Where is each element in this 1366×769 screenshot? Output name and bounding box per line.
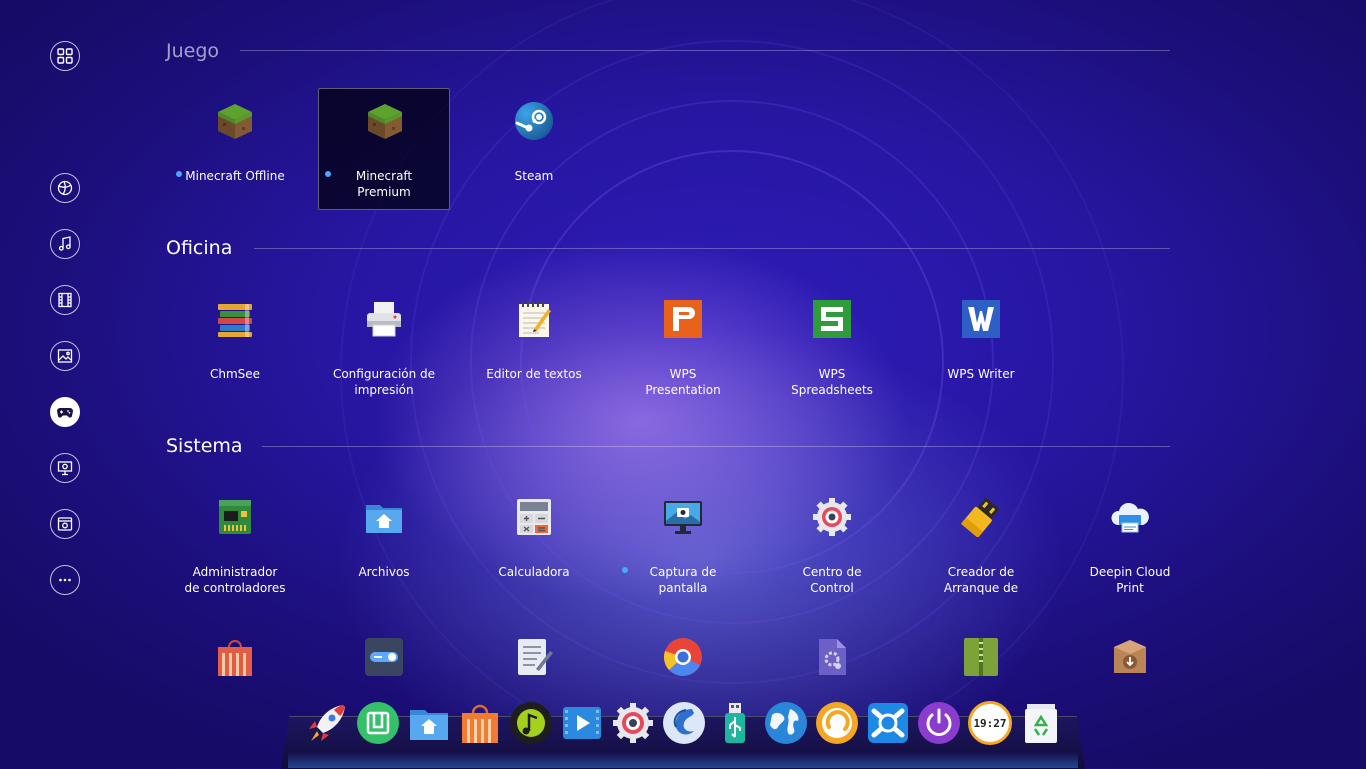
app-archive[interactable]: [915, 637, 1047, 681]
app-label: Captura de pantalla: [649, 565, 717, 595]
app-screenshot[interactable]: Captura de pantalla: [617, 485, 749, 607]
app-label: Minecraft Offline: [185, 169, 285, 183]
app-label: Editor de textos: [486, 367, 582, 381]
archive-icon: [964, 638, 998, 676]
wps-presentation-icon: [664, 300, 702, 338]
app-driver-manager[interactable]: Administrador de controladores: [169, 485, 301, 607]
app-control-center[interactable]: Centro de Control: [766, 485, 898, 607]
clock-icon[interactable]: [815, 701, 859, 745]
toggle-switch-icon: [365, 638, 403, 676]
app-wps-spreadsheets[interactable]: WPS Spreadsheets: [766, 287, 898, 409]
launcher-rocket-icon[interactable]: [305, 701, 349, 745]
app-calculator[interactable]: Calculadora: [468, 485, 600, 607]
screenshot-icon: [664, 501, 702, 534]
minecraft-icon: [218, 104, 252, 139]
notepad-icon: [519, 301, 551, 337]
app-files[interactable]: Archivos: [318, 485, 450, 607]
package-icon: [1114, 640, 1146, 673]
printer-icon: [367, 302, 401, 337]
wps-writer-icon: [962, 300, 1000, 338]
multitask-view-icon[interactable]: [356, 701, 400, 745]
app-wps-writer[interactable]: WPS Writer: [915, 287, 1047, 409]
store-bag-icon: [218, 640, 252, 676]
music-player-icon[interactable]: [509, 701, 553, 745]
app-label: Calculadora: [498, 565, 570, 579]
app-minecraft-premium[interactable]: Minecraft Premium: [318, 88, 450, 210]
app-label: Minecraft Premium: [355, 169, 413, 199]
minecraft-icon: [368, 104, 402, 139]
app-label: WPS Presentation: [645, 367, 721, 397]
app-cloud-print[interactable]: Deepin Cloud Print: [1064, 485, 1196, 607]
app-steam[interactable]: Steam: [468, 89, 600, 211]
file-manager-icon[interactable]: [407, 701, 451, 745]
trash-icon[interactable]: [1019, 701, 1063, 745]
app-label: Configuración de impresión: [332, 367, 436, 397]
usb-boot-icon: [961, 497, 1000, 537]
app-boot-maker[interactable]: Creador de Arranque de: [915, 485, 1047, 607]
power-icon[interactable]: [917, 701, 961, 745]
all-apps-icon[interactable]: [50, 41, 80, 71]
control-center-icon[interactable]: [611, 701, 655, 745]
video-icon[interactable]: [50, 285, 80, 315]
app-label: Deepin Cloud Print: [1089, 565, 1171, 595]
driver-board-icon: [219, 500, 251, 534]
section-title-juego: Juego: [166, 40, 220, 62]
browser-icon[interactable]: [662, 701, 706, 745]
app-label: ChmSee: [209, 367, 261, 381]
app-task-list[interactable]: [468, 637, 600, 681]
section-divider: [262, 446, 1170, 447]
steam-icon: [515, 102, 553, 140]
app-chmsee[interactable]: ChmSee: [169, 287, 301, 409]
app-minecraft-offline[interactable]: Minecraft Offline: [169, 89, 301, 211]
task-list-icon: [518, 639, 553, 675]
app-store-bag[interactable]: [169, 637, 301, 681]
gear-file-icon: [819, 639, 846, 675]
image-icon[interactable]: [50, 341, 80, 371]
app-label: WPS Writer: [947, 367, 1015, 381]
more-icon[interactable]: [50, 565, 80, 595]
app-wps-presentation[interactable]: WPS Presentation: [617, 287, 749, 409]
app-gear-file[interactable]: [766, 637, 898, 681]
app-chromium[interactable]: [617, 637, 749, 681]
globe-icon[interactable]: [764, 701, 808, 745]
app-label: Centro de Control: [802, 565, 862, 595]
control-center-icon: [813, 498, 851, 536]
app-label: WPS Spreadsheets: [791, 367, 873, 397]
cloud-print-icon: [1111, 502, 1149, 533]
app-label: Administrador de controladores: [184, 565, 286, 595]
system-icon[interactable]: [50, 509, 80, 539]
dock-reflection: [288, 752, 1078, 768]
app-print-settings[interactable]: Configuración de impresión: [318, 287, 450, 409]
app-toggle[interactable]: [318, 637, 450, 681]
app-store-icon[interactable]: [458, 701, 502, 745]
app-text-editor[interactable]: Editor de textos: [468, 287, 600, 409]
section-title-sistema: Sistema: [166, 435, 243, 457]
usb-installer-icon[interactable]: [713, 701, 757, 745]
datetime-icon[interactable]: 19:27: [968, 701, 1012, 745]
app-label: Steam: [514, 169, 554, 183]
internet-icon[interactable]: [50, 173, 80, 203]
app-label: Archivos: [358, 565, 410, 579]
game-icon[interactable]: [50, 397, 80, 427]
chromium-icon: [663, 638, 702, 676]
wps-spreadsheets-icon: [813, 300, 851, 338]
music-icon[interactable]: [50, 229, 80, 259]
office-icon[interactable]: [50, 453, 80, 483]
section-title-oficina: Oficina: [166, 237, 233, 259]
books-icon: [218, 304, 252, 337]
app-package[interactable]: [1064, 637, 1196, 681]
movie-player-icon[interactable]: [560, 701, 604, 745]
deepin-icon[interactable]: [866, 701, 910, 745]
folder-home-icon: [366, 505, 402, 533]
calculator-icon: [517, 499, 551, 535]
section-divider: [254, 248, 1170, 249]
section-divider: [240, 50, 1170, 51]
app-label: Creador de Arranque de: [943, 565, 1019, 595]
